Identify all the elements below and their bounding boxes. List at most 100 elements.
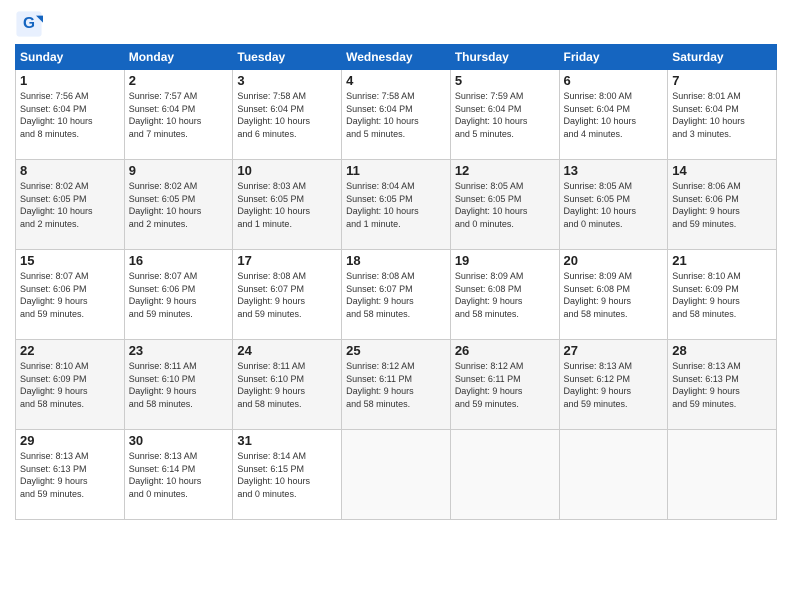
calendar-week-4: 22 Sunrise: 8:10 AM Sunset: 6:09 PM Dayli… (16, 340, 777, 430)
day-number: 22 (20, 343, 120, 358)
day-number: 14 (672, 163, 772, 178)
day-number: 9 (129, 163, 229, 178)
day-number: 30 (129, 433, 229, 448)
logo: G (15, 10, 47, 38)
day-info: Sunrise: 7:59 AM Sunset: 6:04 PM Dayligh… (455, 90, 555, 140)
day-info: Sunrise: 8:11 AM Sunset: 6:10 PM Dayligh… (237, 360, 337, 410)
day-info: Sunrise: 8:09 AM Sunset: 6:08 PM Dayligh… (455, 270, 555, 320)
day-number: 26 (455, 343, 555, 358)
day-info: Sunrise: 8:13 AM Sunset: 6:13 PM Dayligh… (20, 450, 120, 500)
day-info: Sunrise: 8:01 AM Sunset: 6:04 PM Dayligh… (672, 90, 772, 140)
calendar-cell: 4 Sunrise: 7:58 AM Sunset: 6:04 PM Daylig… (342, 70, 451, 160)
calendar-cell: 16 Sunrise: 8:07 AM Sunset: 6:06 PM Dayli… (124, 250, 233, 340)
day-info: Sunrise: 8:05 AM Sunset: 6:05 PM Dayligh… (564, 180, 664, 230)
day-header-thursday: Thursday (450, 45, 559, 70)
day-info: Sunrise: 8:13 AM Sunset: 6:12 PM Dayligh… (564, 360, 664, 410)
day-info: Sunrise: 8:12 AM Sunset: 6:11 PM Dayligh… (346, 360, 446, 410)
day-header-wednesday: Wednesday (342, 45, 451, 70)
calendar-week-5: 29 Sunrise: 8:13 AM Sunset: 6:13 PM Dayli… (16, 430, 777, 520)
calendar-cell: 30 Sunrise: 8:13 AM Sunset: 6:14 PM Dayli… (124, 430, 233, 520)
calendar-cell: 5 Sunrise: 7:59 AM Sunset: 6:04 PM Daylig… (450, 70, 559, 160)
calendar-cell: 13 Sunrise: 8:05 AM Sunset: 6:05 PM Dayli… (559, 160, 668, 250)
logo-icon: G (15, 10, 43, 38)
day-number: 19 (455, 253, 555, 268)
calendar-header-row: SundayMondayTuesdayWednesdayThursdayFrid… (16, 45, 777, 70)
calendar-cell: 6Sunrise: 8:00 AM Sunset: 6:04 PM Daylig… (559, 70, 668, 160)
day-number: 12 (455, 163, 555, 178)
day-header-tuesday: Tuesday (233, 45, 342, 70)
day-info: Sunrise: 8:02 AM Sunset: 6:05 PM Dayligh… (129, 180, 229, 230)
day-header-monday: Monday (124, 45, 233, 70)
day-number: 18 (346, 253, 446, 268)
day-number: 16 (129, 253, 229, 268)
day-info: Sunrise: 7:58 AM Sunset: 6:04 PM Dayligh… (346, 90, 446, 140)
day-info: Sunrise: 8:00 AM Sunset: 6:04 PM Dayligh… (564, 90, 664, 140)
calendar-cell: 10 Sunrise: 8:03 AM Sunset: 6:05 PM Dayli… (233, 160, 342, 250)
day-info: Sunrise: 8:05 AM Sunset: 6:05 PM Dayligh… (455, 180, 555, 230)
calendar-cell (559, 430, 668, 520)
day-info: Sunrise: 8:08 AM Sunset: 6:07 PM Dayligh… (346, 270, 446, 320)
calendar-cell: 15 Sunrise: 8:07 AM Sunset: 6:06 PM Dayli… (16, 250, 125, 340)
day-number: 2 (129, 73, 229, 88)
day-info: Sunrise: 8:13 AM Sunset: 6:14 PM Dayligh… (129, 450, 229, 500)
calendar-cell: 18 Sunrise: 8:08 AM Sunset: 6:07 PM Dayli… (342, 250, 451, 340)
page: G SundayMondayTuesdayWednesdayThursdayFr… (0, 0, 792, 612)
calendar-table: SundayMondayTuesdayWednesdayThursdayFrid… (15, 44, 777, 520)
day-number: 13 (564, 163, 664, 178)
day-info: Sunrise: 8:08 AM Sunset: 6:07 PM Dayligh… (237, 270, 337, 320)
day-number: 21 (672, 253, 772, 268)
day-info: Sunrise: 8:14 AM Sunset: 6:15 PM Dayligh… (237, 450, 337, 500)
day-info: Sunrise: 8:09 AM Sunset: 6:08 PM Dayligh… (564, 270, 664, 320)
day-header-saturday: Saturday (668, 45, 777, 70)
calendar-cell (668, 430, 777, 520)
day-info: Sunrise: 7:57 AM Sunset: 6:04 PM Dayligh… (129, 90, 229, 140)
calendar-cell: 28Sunrise: 8:13 AM Sunset: 6:13 PM Dayli… (668, 340, 777, 430)
day-number: 27 (564, 343, 664, 358)
day-number: 7 (672, 73, 772, 88)
calendar-cell: 26 Sunrise: 8:12 AM Sunset: 6:11 PM Dayli… (450, 340, 559, 430)
calendar-cell: 7 Sunrise: 8:01 AM Sunset: 6:04 PM Daylig… (668, 70, 777, 160)
calendar-cell: 11Sunrise: 8:04 AM Sunset: 6:05 PM Dayli… (342, 160, 451, 250)
day-info: Sunrise: 8:10 AM Sunset: 6:09 PM Dayligh… (672, 270, 772, 320)
day-info: Sunrise: 8:10 AM Sunset: 6:09 PM Dayligh… (20, 360, 120, 410)
day-info: Sunrise: 8:12 AM Sunset: 6:11 PM Dayligh… (455, 360, 555, 410)
day-info: Sunrise: 8:07 AM Sunset: 6:06 PM Dayligh… (129, 270, 229, 320)
calendar-week-3: 15 Sunrise: 8:07 AM Sunset: 6:06 PM Dayli… (16, 250, 777, 340)
day-number: 24 (237, 343, 337, 358)
day-info: Sunrise: 8:13 AM Sunset: 6:13 PM Dayligh… (672, 360, 772, 410)
day-number: 20 (564, 253, 664, 268)
calendar-cell: 2 Sunrise: 7:57 AM Sunset: 6:04 PM Daylig… (124, 70, 233, 160)
calendar-cell: 8Sunrise: 8:02 AM Sunset: 6:05 PM Daylig… (16, 160, 125, 250)
day-number: 10 (237, 163, 337, 178)
day-info: Sunrise: 8:07 AM Sunset: 6:06 PM Dayligh… (20, 270, 120, 320)
calendar-cell: 27 Sunrise: 8:13 AM Sunset: 6:12 PM Dayli… (559, 340, 668, 430)
day-number: 1 (20, 73, 120, 88)
calendar-cell: 23 Sunrise: 8:11 AM Sunset: 6:10 PM Dayli… (124, 340, 233, 430)
calendar-cell: 17Sunrise: 8:08 AM Sunset: 6:07 PM Dayli… (233, 250, 342, 340)
day-header-friday: Friday (559, 45, 668, 70)
day-header-sunday: Sunday (16, 45, 125, 70)
day-number: 11 (346, 163, 446, 178)
calendar-cell: 22 Sunrise: 8:10 AM Sunset: 6:09 PM Dayli… (16, 340, 125, 430)
calendar-cell: 29 Sunrise: 8:13 AM Sunset: 6:13 PM Dayli… (16, 430, 125, 520)
calendar-cell: 19 Sunrise: 8:09 AM Sunset: 6:08 PM Dayli… (450, 250, 559, 340)
day-number: 29 (20, 433, 120, 448)
calendar-cell: 25 Sunrise: 8:12 AM Sunset: 6:11 PM Dayli… (342, 340, 451, 430)
day-number: 15 (20, 253, 120, 268)
day-number: 31 (237, 433, 337, 448)
day-number: 5 (455, 73, 555, 88)
calendar-cell (450, 430, 559, 520)
calendar-week-2: 8Sunrise: 8:02 AM Sunset: 6:05 PM Daylig… (16, 160, 777, 250)
calendar-cell: 31 Sunrise: 8:14 AM Sunset: 6:15 PM Dayli… (233, 430, 342, 520)
day-info: Sunrise: 8:11 AM Sunset: 6:10 PM Dayligh… (129, 360, 229, 410)
day-info: Sunrise: 8:03 AM Sunset: 6:05 PM Dayligh… (237, 180, 337, 230)
day-info: Sunrise: 7:58 AM Sunset: 6:04 PM Dayligh… (237, 90, 337, 140)
day-number: 4 (346, 73, 446, 88)
calendar-week-1: 1Sunrise: 7:56 AM Sunset: 6:04 PM Daylig… (16, 70, 777, 160)
calendar-cell: 1Sunrise: 7:56 AM Sunset: 6:04 PM Daylig… (16, 70, 125, 160)
calendar-cell: 3Sunrise: 7:58 AM Sunset: 6:04 PM Daylig… (233, 70, 342, 160)
calendar-cell: 9 Sunrise: 8:02 AM Sunset: 6:05 PM Daylig… (124, 160, 233, 250)
day-number: 25 (346, 343, 446, 358)
calendar-cell: 20 Sunrise: 8:09 AM Sunset: 6:08 PM Dayli… (559, 250, 668, 340)
day-number: 23 (129, 343, 229, 358)
